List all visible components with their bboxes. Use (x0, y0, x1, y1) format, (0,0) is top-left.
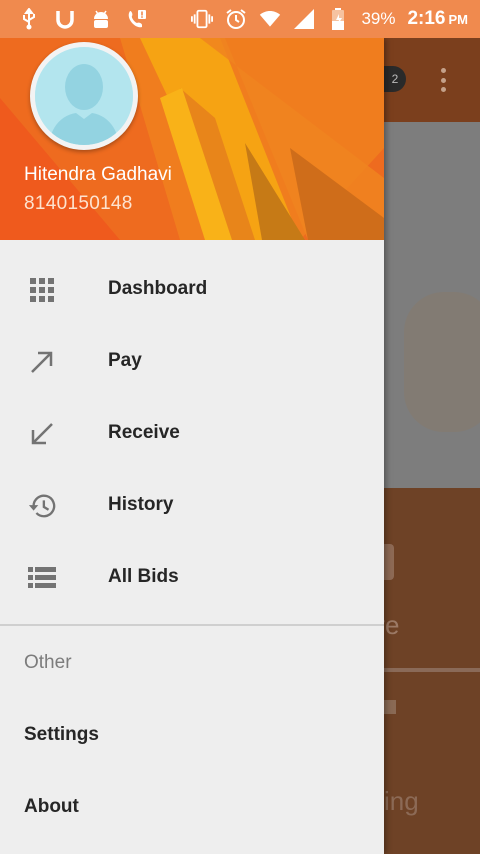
battery-icon (327, 8, 349, 30)
status-bar: 39% 2:16 PM (0, 0, 480, 38)
android-debug-icon (90, 8, 112, 30)
menu-item-settings[interactable]: Settings (24, 724, 99, 746)
battery-percent: 39% (361, 9, 396, 28)
menu-item-label: All Bids (108, 566, 179, 587)
notification-badge[interactable]: 2 (384, 66, 406, 92)
menu-item-about[interactable]: About (24, 796, 79, 818)
tile-divider (384, 668, 480, 672)
menu-item-all-bids[interactable]: All Bids (0, 540, 384, 612)
avatar[interactable] (30, 42, 138, 150)
vibrate-icon (191, 8, 214, 30)
menu-item-label: History (108, 494, 174, 515)
menu-divider (0, 624, 384, 626)
menu-item-receive[interactable]: Receive (0, 396, 384, 468)
list-icon (28, 564, 56, 592)
avatar-silhouette-icon (35, 47, 133, 145)
menu-item-pay[interactable]: Pay (0, 324, 384, 396)
alarm-icon (225, 8, 247, 30)
drawer-header: Hitendra Gadhavi 8140150148 (0, 38, 384, 240)
cell-signal-icon (293, 8, 315, 30)
wifi-icon (259, 8, 281, 30)
user-phone: 8140150148 (24, 193, 133, 214)
arrow-up-right-icon (28, 348, 56, 376)
menu-item-label: Pay (108, 350, 142, 371)
arrow-down-left-icon (28, 420, 56, 448)
tile-label[interactable]: ing (384, 786, 419, 817)
app-action-panel: ve ing (372, 488, 480, 854)
navigation-drawer: Hitendra Gadhavi 8140150148 Dashboard Pa… (0, 38, 384, 854)
grid-icon (28, 276, 56, 304)
u-app-icon (54, 8, 76, 30)
app-banner-image (384, 122, 480, 488)
menu-item-history[interactable]: History (0, 468, 384, 540)
menu-item-label: Dashboard (108, 278, 208, 299)
menu-item-dashboard[interactable]: Dashboard (0, 252, 384, 324)
clock: 2:16 PM (407, 8, 468, 29)
background-app[interactable]: 2 ve ing (372, 38, 480, 854)
more-options-icon[interactable] (438, 68, 448, 92)
user-name: Hitendra Gadhavi (24, 164, 172, 185)
app-toolbar: 2 (384, 38, 480, 122)
usb-icon (18, 8, 40, 30)
menu-item-label: Receive (108, 422, 180, 443)
history-icon (28, 492, 56, 520)
call-alert-icon (126, 8, 148, 30)
section-title-other: Other (24, 652, 72, 673)
